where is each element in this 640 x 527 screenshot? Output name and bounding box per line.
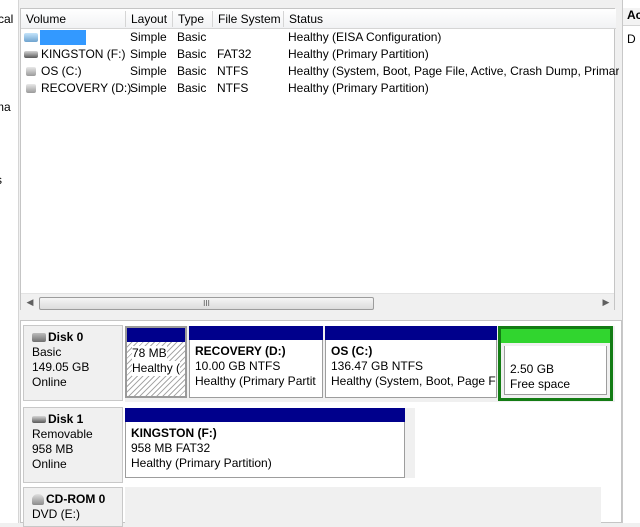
- actions-pane: Ac D: [622, 0, 640, 523]
- layout-cell: Simple: [130, 47, 167, 61]
- removable-drive-icon: [32, 416, 46, 424]
- fs-cell: NTFS: [217, 64, 249, 78]
- disk-state: Online: [32, 375, 67, 389]
- volume-cell: OS (C:): [41, 64, 82, 78]
- horizontal-scrollbar[interactable]: ◀ III ▶: [21, 293, 614, 311]
- disk-0-partitions: 78 MB Healthy ( RECOVERY (D:) 10.00 GB N…: [125, 326, 615, 402]
- partition-body: RECOVERY (D:) 10.00 GB NTFS Healthy (Pri…: [189, 340, 323, 398]
- volume-list[interactable]: Volume Layout Type File System Status Si…: [20, 8, 619, 311]
- hard-disk-icon: [32, 333, 46, 343]
- disk-volume-icon: [24, 33, 38, 42]
- scroll-left-icon[interactable]: ◀: [23, 296, 37, 309]
- partition-size: 2.50 GB: [510, 362, 555, 376]
- disk-type: Basic: [32, 345, 62, 359]
- disk-type: DVD (E:): [32, 507, 80, 521]
- partition-body: 2.50 GB Free space: [504, 346, 607, 395]
- partition-bar: [325, 326, 497, 340]
- actions-item[interactable]: D: [627, 32, 636, 46]
- col-layout[interactable]: Layout: [125, 11, 172, 27]
- disk-type: Removable: [32, 427, 93, 441]
- partition-status: Healthy (System, Boot, Page F: [331, 374, 496, 388]
- scroll-right-icon[interactable]: ▶: [599, 296, 613, 309]
- disk-name: CD-ROM 0: [46, 492, 106, 506]
- selected-volume-name: [40, 30, 86, 45]
- fs-cell: FAT32: [217, 47, 252, 61]
- table-row[interactable]: Simple Basic Healthy (EISA Configuration…: [21, 29, 616, 46]
- status-cell: Healthy (Primary Partition): [288, 81, 429, 95]
- hard-disk-icon: [26, 84, 36, 93]
- partition-status: Healthy (Primary Partition): [131, 456, 272, 470]
- partition-name: RECOVERY (D:): [195, 344, 286, 358]
- partition-name: [510, 350, 606, 362]
- partition-size: 78 MB: [132, 346, 167, 361]
- type-cell: Basic: [177, 64, 207, 78]
- partition-size: 136.47 GB NTFS: [331, 359, 424, 373]
- partition-bar: [127, 328, 185, 342]
- cd-drive-icon: [32, 494, 44, 506]
- partition-status: Healthy (: [132, 361, 181, 376]
- disk-name: Disk 1: [48, 412, 84, 426]
- disk-state: Online: [32, 457, 67, 471]
- type-cell: Basic: [177, 30, 207, 44]
- partition-bar: [501, 329, 610, 343]
- disk-1-partitions: KINGSTON (F:) 958 MB FAT32 Healthy (Prim…: [125, 408, 415, 478]
- type-cell: Basic: [177, 81, 207, 95]
- disk-graphical-view[interactable]: Disk 0 Basic 149.05 GB Online 78 MB Heal…: [20, 320, 622, 527]
- volume-cell: RECOVERY (D:): [41, 81, 132, 95]
- partition-size: 10.00 GB NTFS: [195, 359, 281, 373]
- left-fragment-2: ma: [0, 100, 11, 114]
- type-cell: Basic: [177, 47, 207, 61]
- partition-size: 958 MB FAT32: [131, 441, 211, 455]
- disk-0-info[interactable]: Disk 0 Basic 149.05 GB Online: [23, 325, 123, 401]
- partition-free-space[interactable]: 2.50 GB Free space: [498, 326, 613, 401]
- col-file-system[interactable]: File System: [212, 11, 283, 27]
- pane-splitter[interactable]: [20, 310, 615, 320]
- col-type[interactable]: Type: [172, 11, 212, 27]
- status-cell: Healthy (Primary Partition): [288, 47, 429, 61]
- layout-cell: Simple: [130, 64, 167, 78]
- col-volume[interactable]: Volume: [21, 11, 125, 27]
- scrollbar-thumb[interactable]: III: [39, 297, 374, 310]
- partition-name: OS (C:): [331, 344, 373, 358]
- partition-body: KINGSTON (F:) 958 MB FAT32 Healthy (Prim…: [125, 422, 405, 478]
- partition-status: Free space: [510, 377, 571, 391]
- actions-header: Ac: [623, 8, 640, 26]
- fs-cell: NTFS: [217, 81, 249, 95]
- hard-disk-icon: [26, 67, 36, 76]
- disk-size: 149.05 GB: [32, 360, 90, 374]
- table-row[interactable]: KINGSTON (F:) Simple Basic FAT32 Healthy…: [21, 46, 616, 63]
- left-fragment-3: s: [0, 173, 2, 187]
- cdrom-0-info[interactable]: CD-ROM 0 DVD (E:): [23, 487, 123, 527]
- partition-recovery[interactable]: RECOVERY (D:) 10.00 GB NTFS Healthy (Pri…: [189, 326, 323, 398]
- partition-os[interactable]: OS (C:) 136.47 GB NTFS Healthy (System, …: [325, 326, 497, 398]
- column-header-row: Volume Layout Type File System Status: [21, 9, 616, 29]
- layout-cell: Simple: [130, 81, 167, 95]
- left-console-tree: cal ma s: [0, 0, 19, 523]
- table-row[interactable]: RECOVERY (D:) Simple Basic NTFS Healthy …: [21, 80, 616, 97]
- disk-1-info[interactable]: Disk 1 Removable 958 MB Online: [23, 407, 123, 483]
- disk-name: Disk 0: [48, 330, 84, 344]
- partition-body: 78 MB Healthy (: [127, 342, 185, 396]
- partition-kingston[interactable]: KINGSTON (F:) 958 MB FAT32 Healthy (Prim…: [125, 408, 405, 478]
- disk-size: 958 MB: [32, 442, 74, 456]
- col-status[interactable]: Status: [283, 11, 616, 27]
- cdrom-0-partitions: [125, 487, 601, 523]
- left-fragment-1: cal: [0, 12, 14, 26]
- layout-cell: Simple: [130, 30, 167, 44]
- status-cell: Healthy (System, Boot, Page File, Active…: [288, 64, 619, 78]
- partition-bar: [125, 408, 405, 422]
- partition-bar: [189, 326, 323, 340]
- partition-name: KINGSTON (F:): [131, 426, 217, 440]
- status-cell: Healthy (EISA Configuration): [288, 30, 442, 44]
- volume-cell: KINGSTON (F:): [41, 47, 126, 61]
- table-row[interactable]: OS (C:) Simple Basic NTFS Healthy (Syste…: [21, 63, 619, 80]
- partition-status: Healthy (Primary Partit: [195, 374, 316, 388]
- partition-body: OS (C:) 136.47 GB NTFS Healthy (System, …: [325, 340, 497, 398]
- partition-oem[interactable]: 78 MB Healthy (: [125, 326, 187, 398]
